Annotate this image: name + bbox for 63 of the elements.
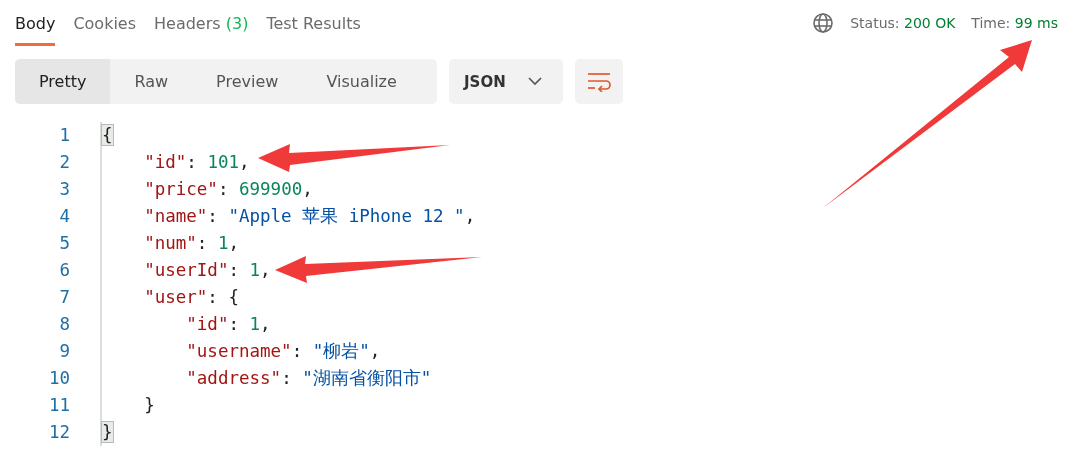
- wrap-lines-button[interactable]: [575, 59, 623, 104]
- line-number: 9: [58, 340, 70, 363]
- json-number: 101: [207, 152, 239, 172]
- view-mode-button[interactable]: Visualize: [302, 59, 421, 104]
- json-string: "柳岩": [312, 341, 370, 361]
- json-punctuation: ,: [369, 341, 381, 361]
- globe-icon[interactable]: [812, 12, 835, 34]
- status-text: Status: 200 OK: [850, 15, 956, 31]
- json-number: 1: [249, 314, 261, 334]
- json-number: 1: [249, 260, 261, 280]
- json-string: "Apple 苹果 iPhone 12 ": [228, 206, 465, 226]
- json-key: "price": [102, 179, 218, 199]
- format-dropdown[interactable]: JSON: [449, 59, 563, 104]
- line-number: 11: [47, 394, 70, 417]
- json-punctuation: ,: [302, 179, 313, 199]
- json-key: "userId": [102, 260, 229, 280]
- json-key: "name": [102, 206, 208, 226]
- time-text[interactable]: Time: 99 ms: [971, 15, 1058, 31]
- json-key: "id": [102, 152, 187, 172]
- json-punctuation: ,: [464, 206, 476, 226]
- matched-brace: {: [102, 125, 113, 145]
- json-punctuation: :: [207, 206, 219, 226]
- response-tab[interactable]: Headers (3): [154, 0, 249, 46]
- json-string: "湖南省衡阳市": [302, 368, 432, 388]
- line-number: 5: [58, 232, 70, 255]
- line-number: 1: [58, 124, 70, 147]
- json-number: 699900: [239, 179, 303, 199]
- json-punctuation: ,: [260, 260, 271, 280]
- json-key: "num": [102, 233, 197, 253]
- json-punctuation: : {: [207, 287, 239, 307]
- line-number: 6: [58, 259, 70, 282]
- view-mode-button[interactable]: Raw: [110, 59, 193, 104]
- json-punctuation: }: [143, 395, 155, 415]
- matched-brace: }: [102, 422, 113, 442]
- line-number: 2: [58, 151, 70, 174]
- line-number: 4: [58, 205, 70, 228]
- json-key: "address": [102, 368, 282, 388]
- json-punctuation: :: [228, 260, 240, 280]
- wrap-icon: [587, 71, 611, 92]
- response-tab[interactable]: Cookies: [73, 0, 137, 46]
- json-punctuation: ,: [239, 152, 250, 172]
- line-number: 10: [47, 367, 70, 390]
- json-punctuation: :: [196, 233, 209, 253]
- json-punctuation: :: [281, 368, 293, 388]
- json-key: "id": [102, 314, 229, 334]
- json-punctuation: :: [217, 179, 230, 199]
- view-mode-button[interactable]: Pretty: [15, 59, 111, 104]
- view-mode-button[interactable]: Preview: [192, 59, 303, 104]
- json-key: "user": [102, 287, 208, 307]
- json-number: 1: [217, 233, 229, 253]
- line-number: 8: [58, 313, 70, 336]
- json-punctuation: :: [228, 314, 240, 334]
- json-key: "username": [102, 341, 292, 361]
- line-number: 12: [47, 421, 70, 444]
- json-punctuation: :: [291, 341, 304, 361]
- json-punctuation: ,: [228, 233, 239, 253]
- line-number: 7: [58, 286, 70, 309]
- chevron-down-icon: [527, 77, 542, 86]
- json-punctuation: ,: [260, 314, 271, 334]
- line-number: 3: [58, 178, 70, 201]
- json-punctuation: :: [186, 152, 198, 172]
- response-tab[interactable]: Body: [15, 0, 56, 46]
- response-tab[interactable]: Test Results: [266, 0, 361, 46]
